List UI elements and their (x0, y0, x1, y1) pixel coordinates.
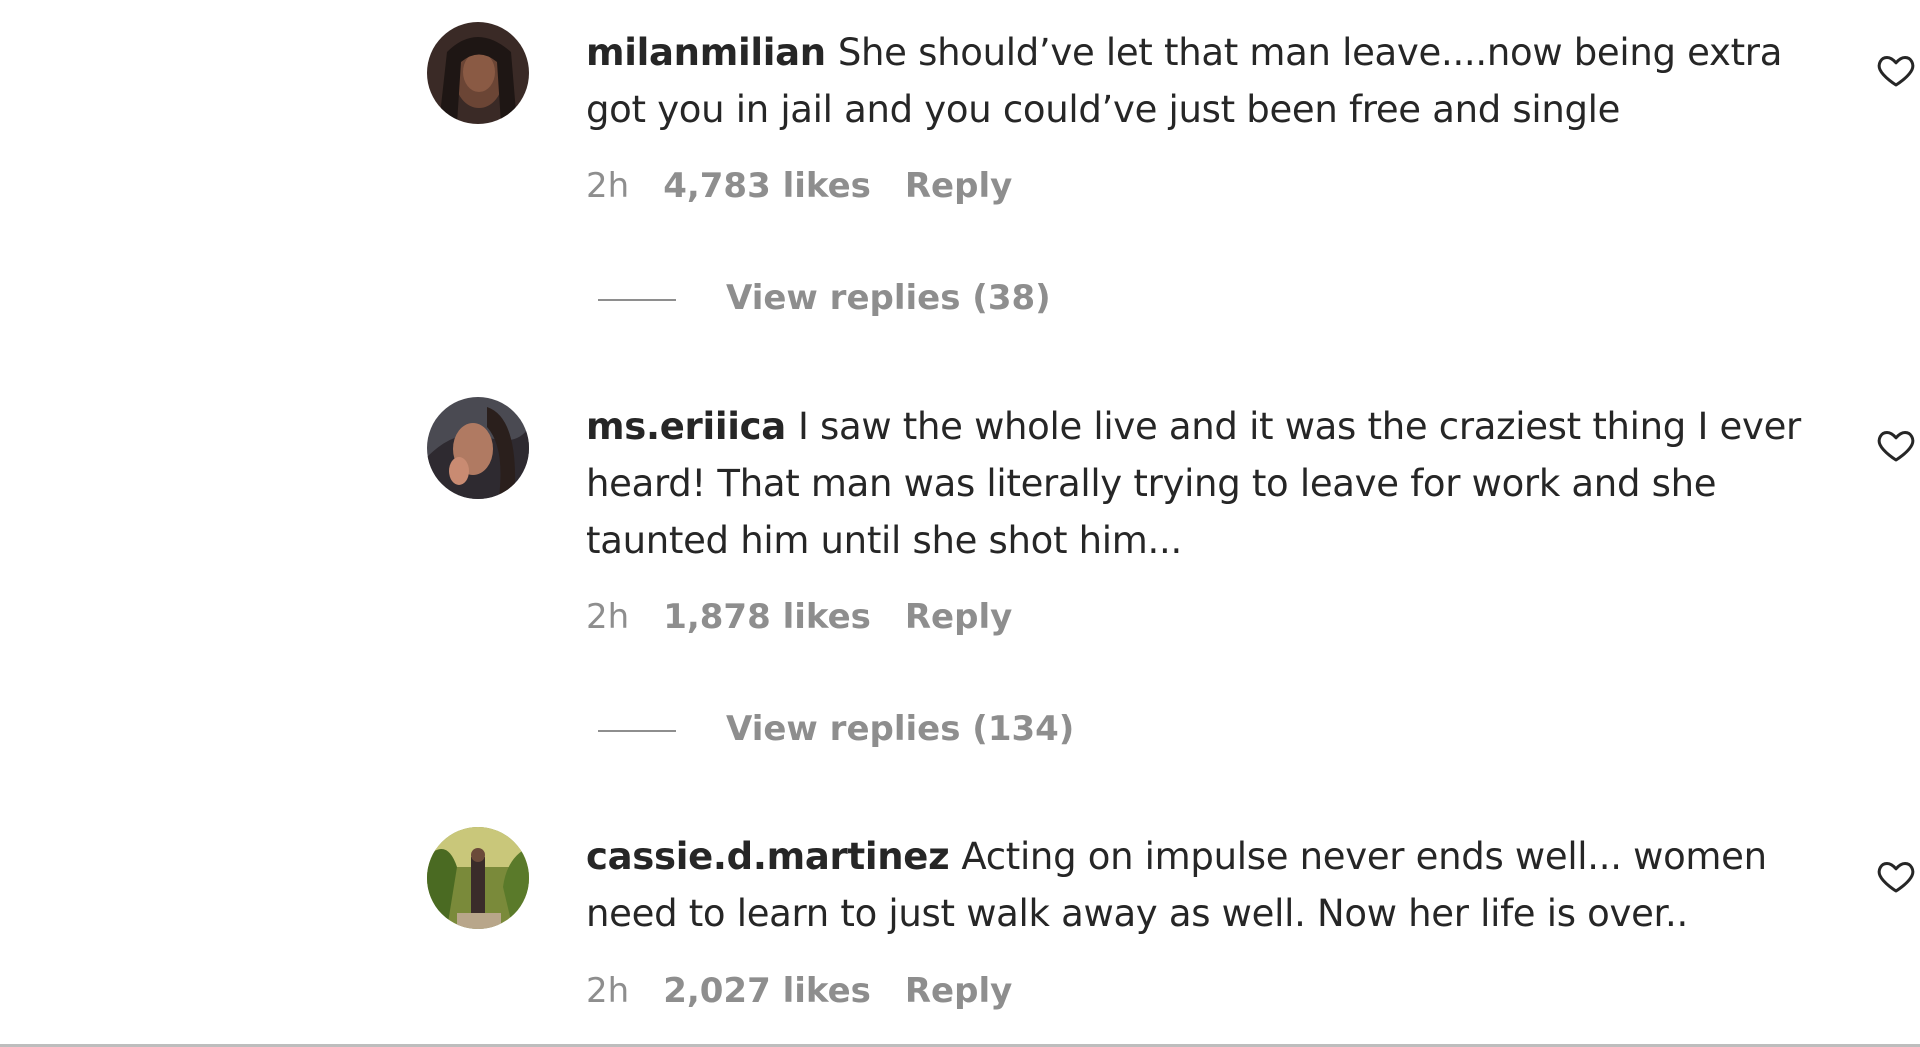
view-replies-button[interactable]: View replies (38) (598, 278, 1051, 318)
comment-body: milanmilian She should’ve let that man le… (586, 24, 1826, 138)
comment-body: cassie.d.martinez Acting on impulse never… (586, 828, 1826, 942)
comment-meta: 2h 1,878 likes Reply (586, 597, 1046, 637)
likes-count[interactable]: 1,878 likes (663, 597, 871, 637)
comment-text-block: ms.eriiica I saw the whole live and it wa… (586, 398, 1826, 569)
username-link[interactable]: cassie.d.martinez (586, 835, 950, 878)
like-heart-icon[interactable] (1876, 50, 1916, 90)
reply-button[interactable]: Reply (905, 971, 1012, 1011)
likes-count[interactable]: 2,027 likes (663, 971, 871, 1011)
likes-count[interactable]: 4,783 likes (663, 166, 871, 206)
replies-divider-line (598, 298, 676, 301)
comment-meta: 2h 4,783 likes Reply (586, 166, 1046, 206)
avatar[interactable] (427, 22, 529, 124)
reply-button[interactable]: Reply (905, 166, 1012, 206)
comment-body: ms.eriiica I saw the whole live and it wa… (586, 398, 1826, 569)
username-link[interactable]: milanmilian (586, 31, 826, 74)
view-replies-label: View replies (38) (726, 278, 1051, 318)
comment-meta: 2h 2,027 likes Reply (586, 971, 1046, 1011)
view-replies-label: View replies (134) (726, 709, 1075, 749)
comments-panel: milanmilian She should’ve let that man le… (0, 0, 1920, 1047)
comment-time: 2h (586, 597, 630, 637)
comment-time: 2h (586, 166, 630, 206)
comment-text-block: milanmilian She should’ve let that man le… (586, 24, 1826, 138)
username-link[interactable]: ms.eriiica (586, 405, 786, 448)
like-heart-icon[interactable] (1876, 425, 1916, 465)
avatar[interactable] (427, 397, 529, 499)
avatar[interactable] (427, 827, 529, 929)
comment-time: 2h (586, 971, 630, 1011)
view-replies-button[interactable]: View replies (134) (598, 709, 1074, 749)
comment-text-block: cassie.d.martinez Acting on impulse never… (586, 828, 1826, 942)
replies-divider-line (598, 729, 676, 732)
reply-button[interactable]: Reply (905, 597, 1012, 637)
like-heart-icon[interactable] (1876, 856, 1916, 896)
